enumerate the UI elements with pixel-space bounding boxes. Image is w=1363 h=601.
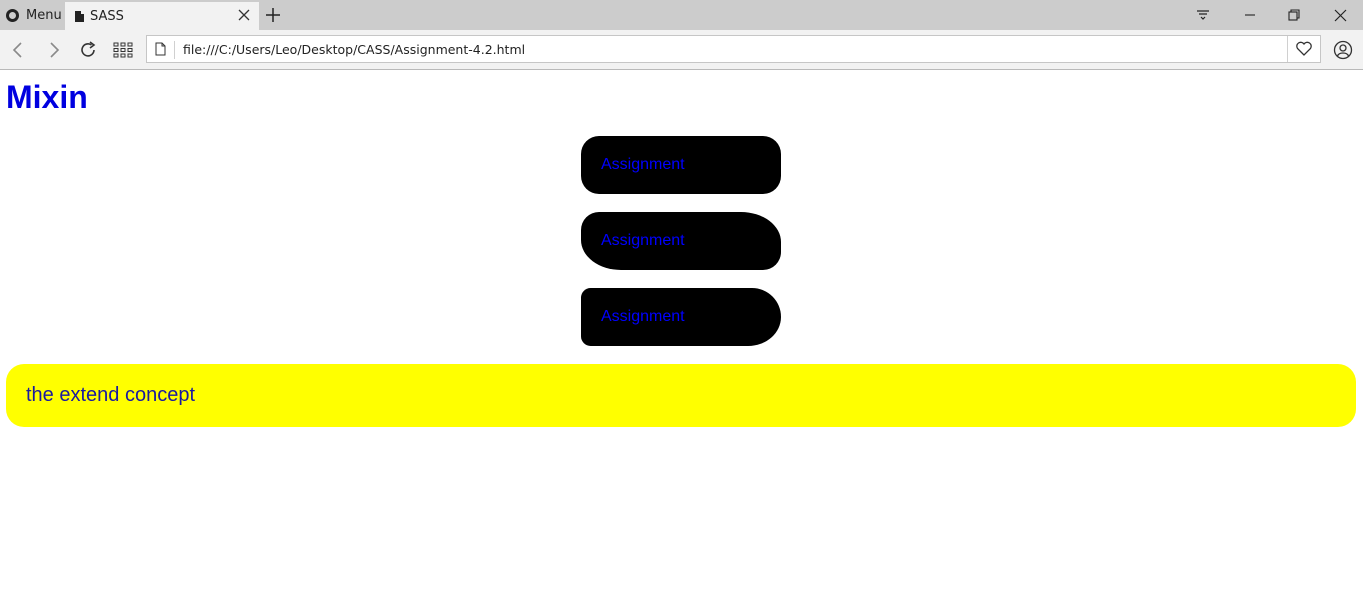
opera-menu-button[interactable]: Menu xyxy=(0,0,64,30)
assignment-button-2[interactable]: Assignment xyxy=(581,212,781,270)
forward-icon xyxy=(50,42,60,58)
restore-icon xyxy=(1288,9,1300,21)
speed-dial-button[interactable] xyxy=(111,38,135,62)
minimize-button[interactable] xyxy=(1227,0,1273,30)
assignment-button-3[interactable]: Assignment xyxy=(581,288,781,346)
tab-menu-icon xyxy=(1197,10,1209,20)
url-text[interactable]: file:///C:/Users/Leo/Desktop/CASS/Assign… xyxy=(183,42,525,57)
page-title: Mixin xyxy=(6,79,88,115)
account-icon xyxy=(1333,40,1353,60)
tab-strip: Menu SASS xyxy=(0,0,1363,30)
browser-toolbar: file:///C:/Users/Leo/Desktop/CASS/Assign… xyxy=(0,30,1363,70)
opera-logo-icon xyxy=(6,8,19,22)
document-icon xyxy=(75,10,84,22)
forward-button[interactable] xyxy=(42,38,66,62)
tab-title: SASS xyxy=(90,8,124,24)
close-window-button[interactable] xyxy=(1317,0,1363,30)
back-button[interactable] xyxy=(6,38,30,62)
close-icon[interactable] xyxy=(237,8,251,22)
address-bar[interactable]: file:///C:/Users/Leo/Desktop/CASS/Assign… xyxy=(146,35,1321,63)
reload-icon xyxy=(81,41,96,57)
page-icon xyxy=(155,42,166,56)
speed-dial-icon xyxy=(113,42,133,58)
close-window-icon xyxy=(1334,9,1346,21)
address-divider-right xyxy=(1287,36,1288,62)
heart-icon[interactable] xyxy=(1295,40,1313,58)
page-content: Mixin Assignment Assignment Assignment t… xyxy=(0,71,1363,601)
assignment-button-1[interactable]: Assignment xyxy=(581,136,781,194)
address-divider xyxy=(174,41,175,59)
tab-sass[interactable]: SASS xyxy=(65,2,259,30)
back-icon xyxy=(12,42,22,58)
tab-menu-button[interactable] xyxy=(1180,0,1226,30)
reload-button[interactable] xyxy=(76,38,100,62)
account-button[interactable] xyxy=(1331,38,1355,62)
plus-icon[interactable] xyxy=(264,6,282,24)
minimize-icon xyxy=(1245,14,1255,16)
restore-button[interactable] xyxy=(1271,0,1317,30)
extend-concept-box: the extend concept xyxy=(6,364,1356,427)
menu-label: Menu xyxy=(26,7,62,23)
